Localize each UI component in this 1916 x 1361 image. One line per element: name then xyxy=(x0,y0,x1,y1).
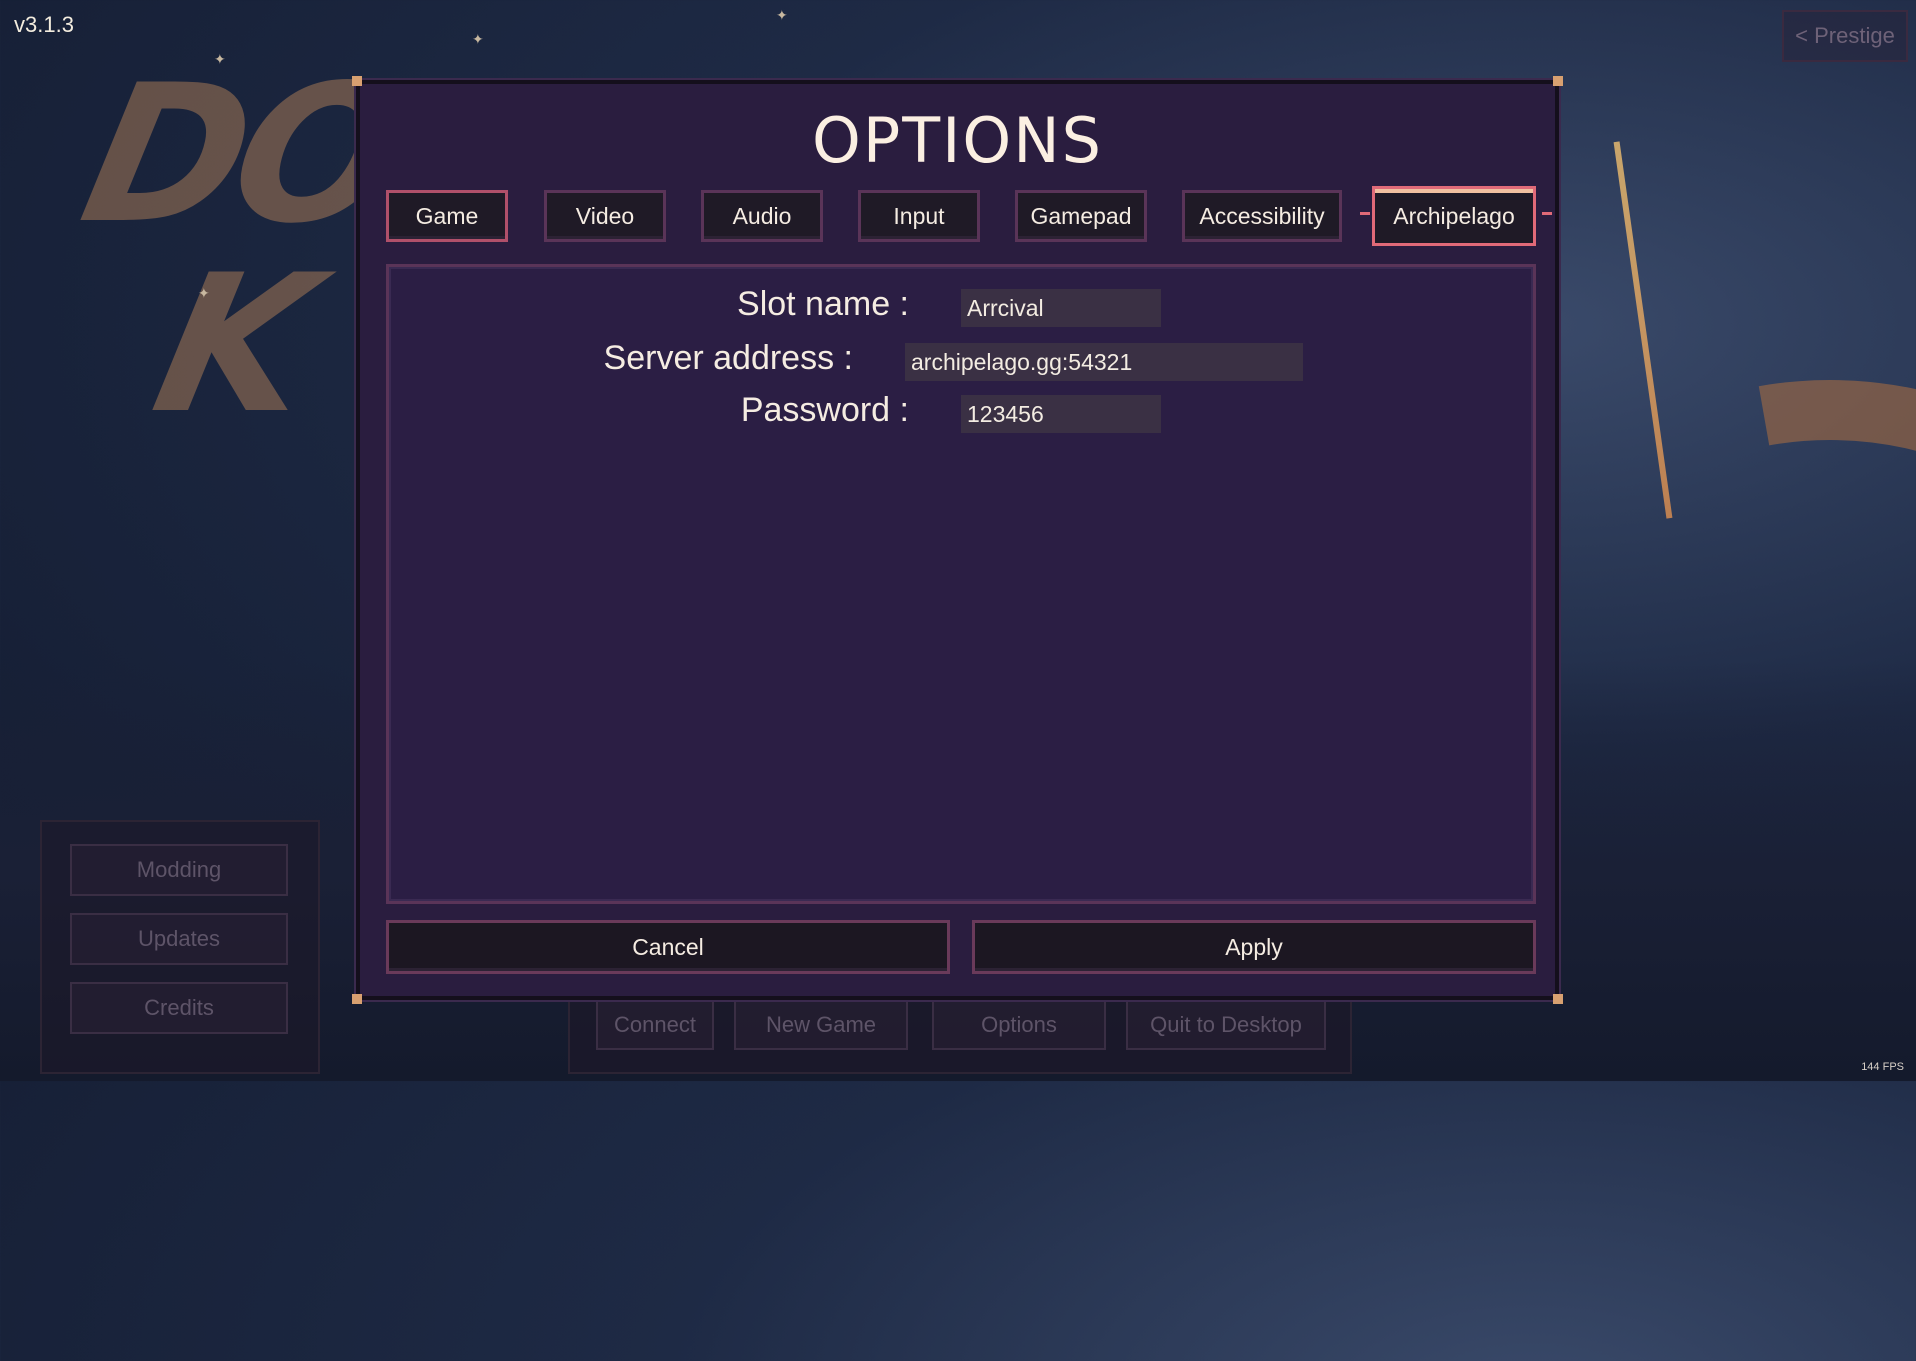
tab-gamepad[interactable]: Gamepad xyxy=(1015,190,1147,242)
lightning-bolt xyxy=(1613,141,1673,519)
modding-button[interactable]: Modding xyxy=(70,844,288,896)
tab-audio[interactable]: Audio xyxy=(701,190,823,242)
star-icon: ✦ xyxy=(776,8,788,24)
new-game-button[interactable]: New Game xyxy=(734,1000,908,1050)
options-button[interactable]: Options xyxy=(932,1000,1106,1050)
side-menu: Modding Updates Credits xyxy=(40,820,320,1074)
corner-ornament xyxy=(352,76,362,86)
options-tabs: Game Video Audio Input Gamepad Accessibi… xyxy=(386,186,1552,248)
tab-archipelago[interactable]: Archipelago xyxy=(1372,186,1536,246)
slot-name-label: Slot name : xyxy=(737,285,909,323)
corner-ornament xyxy=(352,994,362,1004)
tab-game[interactable]: Game xyxy=(386,190,508,242)
apply-button[interactable]: Apply xyxy=(972,920,1536,974)
archipelago-settings-panel: Slot name : Server address : Password : xyxy=(386,264,1536,904)
dialog-title: OPTIONS xyxy=(812,104,1103,177)
main-menu-bar: Connect New Game Options Quit to Desktop xyxy=(568,990,1352,1074)
tab-input[interactable]: Input xyxy=(858,190,980,242)
star-icon: ✦ xyxy=(198,286,210,302)
password-label: Password : xyxy=(740,391,909,429)
server-address-input[interactable] xyxy=(905,343,1303,381)
slot-name-input[interactable] xyxy=(961,289,1161,327)
cancel-button[interactable]: Cancel xyxy=(386,920,950,974)
corner-ornament xyxy=(1553,76,1563,86)
selected-tab-marker xyxy=(1542,212,1552,215)
tab-accessibility[interactable]: Accessibility xyxy=(1182,190,1342,242)
server-address-label: Server address : xyxy=(603,339,853,377)
connect-button[interactable]: Connect xyxy=(596,1000,714,1050)
star-icon: ✦ xyxy=(214,52,226,68)
tab-video[interactable]: Video xyxy=(544,190,666,242)
password-input[interactable] xyxy=(961,395,1161,433)
fps-counter: 144 FPS xyxy=(1861,1061,1904,1073)
quit-to-desktop-button[interactable]: Quit to Desktop xyxy=(1126,1000,1326,1050)
corner-ornament xyxy=(1553,994,1563,1004)
star-icon: ✦ xyxy=(472,32,484,48)
options-dialog: OPTIONS Game Video Audio Input Gamepad A… xyxy=(352,76,1563,1004)
credits-button[interactable]: Credits xyxy=(70,982,288,1034)
updates-button[interactable]: Updates xyxy=(70,913,288,965)
version-label: v3.1.3 xyxy=(14,12,74,37)
selected-tab-marker xyxy=(1360,212,1370,215)
game-logo-background: DO K xyxy=(26,44,414,455)
prestige-button[interactable]: < Prestige xyxy=(1782,10,1908,62)
